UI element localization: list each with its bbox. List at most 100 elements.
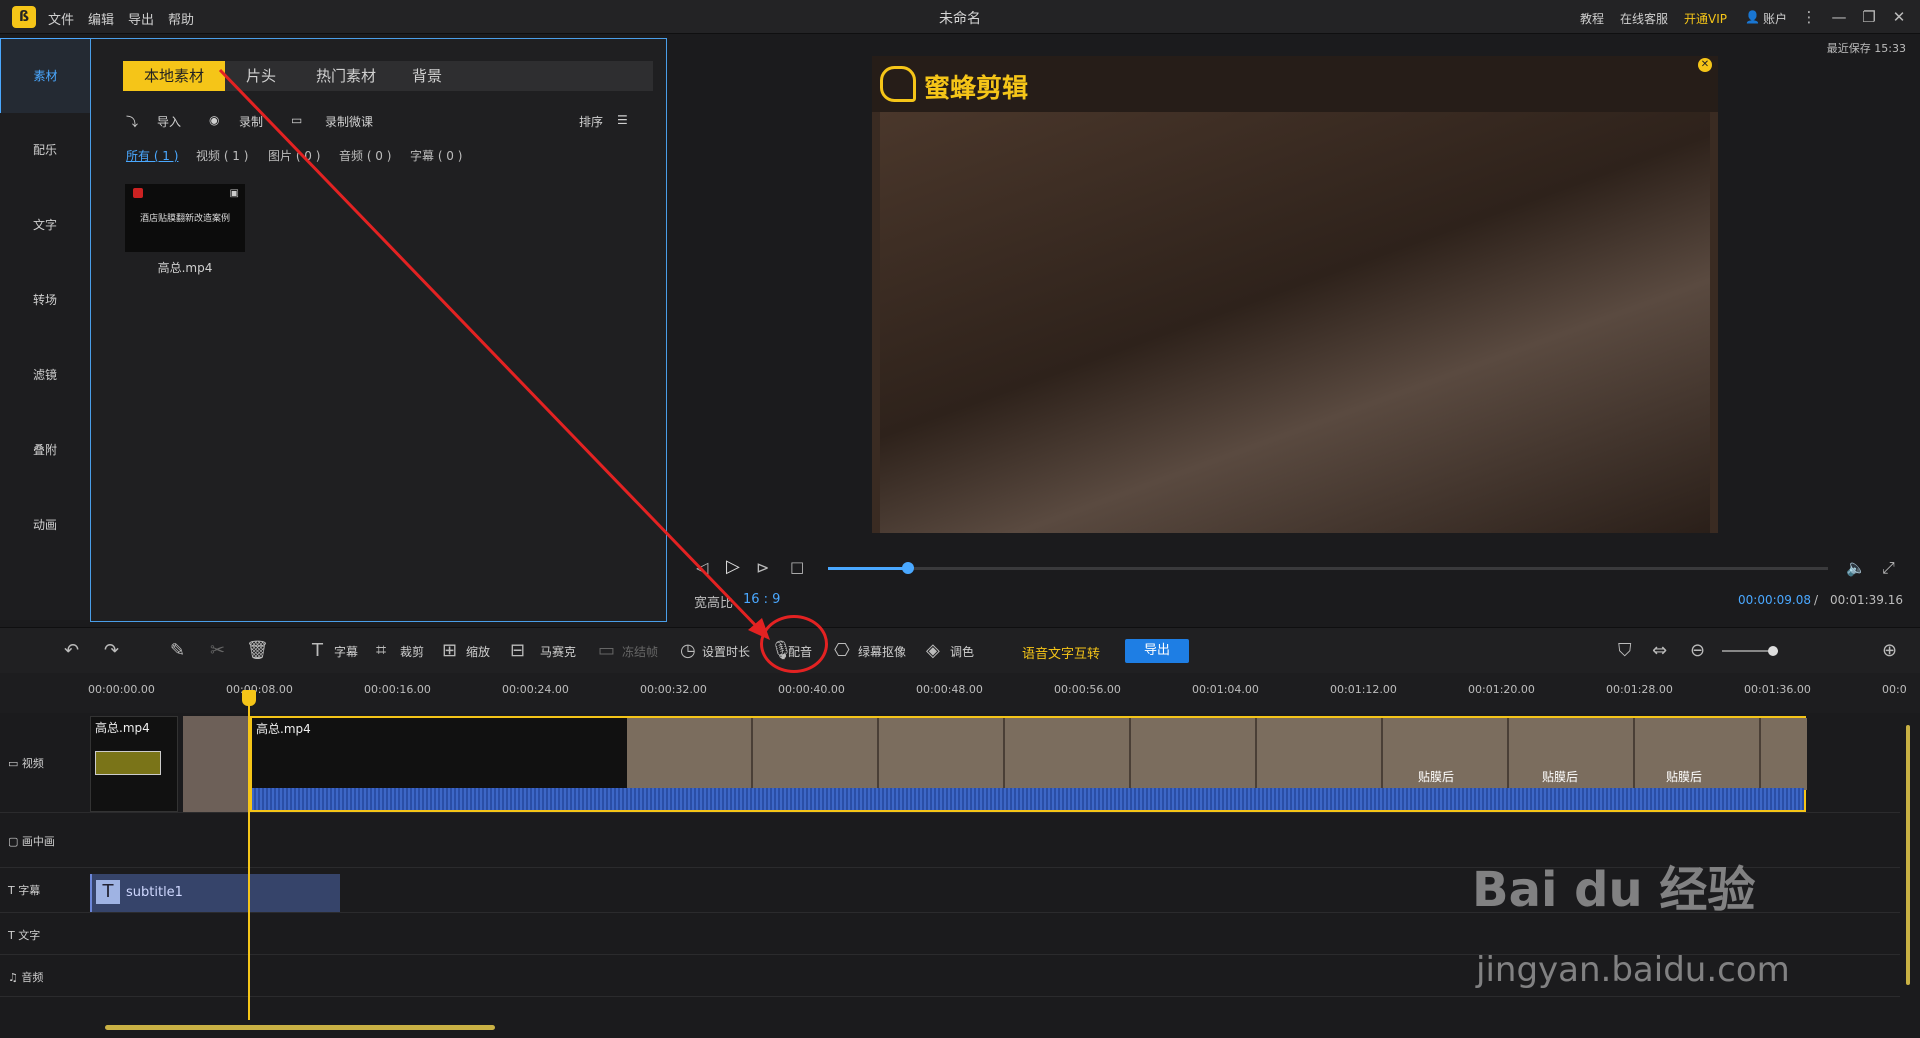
media-thumbnail[interactable]: ▣ 酒店贴膜翻新改造案例 — [125, 184, 245, 252]
preview-video[interactable]: 蜜蜂剪辑 ✕ — [872, 56, 1718, 533]
voice-text-button[interactable]: 语音文字互转 — [1022, 643, 1100, 662]
support-link[interactable]: 在线客服 — [1620, 10, 1668, 27]
video-clip[interactable]: 高总.mp4 贴膜后 贴膜后 贴膜后 — [250, 716, 1807, 812]
sidebar-item-overlay[interactable]: 叠附 — [0, 413, 90, 488]
playhead[interactable] — [248, 690, 250, 1020]
tab-hot-media[interactable]: 热门素材 — [301, 61, 391, 91]
color-icon[interactable]: ◈ — [926, 640, 940, 661]
color-tool[interactable]: 调色 — [950, 643, 974, 660]
import-button[interactable]: 导入 — [157, 113, 181, 130]
ruler-tick-label: 00:00:32.00 — [640, 683, 707, 696]
minimize-icon[interactable]: — — [1828, 6, 1850, 28]
restore-icon[interactable]: ❐ — [1858, 6, 1880, 28]
mosaic-tool[interactable]: 马赛克 — [540, 643, 576, 660]
sidebar-item-transition[interactable]: 转场 — [0, 263, 90, 338]
video-frame — [880, 112, 1710, 533]
filter-subtitle[interactable]: 字幕 ( 0 ) — [410, 147, 462, 164]
play-icon[interactable]: ▷ — [726, 556, 740, 577]
subtitle-icon[interactable]: T — [312, 640, 323, 661]
current-time: 00:00:09.08 — [1738, 593, 1811, 607]
video-clip[interactable]: 高总.mp4 — [90, 716, 178, 812]
prev-frame-icon[interactable]: ◁ — [696, 558, 708, 577]
menu-file[interactable]: 文件 — [48, 9, 74, 28]
frame-label: 贴膜后 — [1666, 770, 1703, 784]
time-separator: / — [1814, 593, 1819, 607]
undo-icon[interactable]: ↶ — [64, 640, 79, 661]
filter-all[interactable]: 所有 ( 1 ) — [126, 147, 178, 164]
aspect-ratio-value[interactable]: 16 : 9 — [743, 592, 780, 607]
menu-edit[interactable]: 编辑 — [88, 9, 114, 28]
playback-progress[interactable] — [828, 562, 1828, 574]
close-watermark-icon[interactable]: ✕ — [1698, 58, 1712, 72]
ruler-tick-label: 00:00:24.00 — [502, 683, 569, 696]
zoom-slider-knob[interactable] — [1768, 646, 1778, 656]
zoom-out-icon[interactable]: ⊖ — [1690, 640, 1705, 661]
sidebar-item-text[interactable]: 文字 — [0, 188, 90, 263]
duration-icon[interactable]: ◷ — [680, 640, 696, 661]
fit-icon[interactable]: ⇔ — [1652, 640, 1667, 661]
vip-link[interactable]: 开通VIP — [1684, 10, 1727, 27]
marker-icon[interactable]: ⛉ — [1618, 640, 1632, 661]
tab-intro[interactable]: 片头 — [231, 61, 291, 91]
account-link[interactable]: 账户 — [1763, 10, 1787, 27]
record-icon[interactable]: ◉ — [209, 113, 219, 127]
mosaic-icon[interactable]: ⊟ — [510, 640, 525, 661]
delete-icon[interactable]: 🗑 — [246, 640, 269, 661]
subtitle-clip[interactable]: T subtitle1 — [90, 874, 340, 912]
progress-knob[interactable] — [902, 562, 914, 574]
menu-help[interactable]: 帮助 — [168, 9, 194, 28]
subtitle-clip-label: subtitle1 — [126, 885, 183, 900]
video-track-label: ▭ 视频 — [8, 757, 44, 770]
list-icon[interactable]: ☰ — [617, 113, 628, 127]
account-icon[interactable]: 👤 — [1745, 10, 1760, 24]
playhead-handle[interactable] — [242, 690, 256, 706]
horizontal-scrollbar[interactable] — [105, 1025, 495, 1030]
sidebar-item-media[interactable]: 素材 — [0, 38, 90, 113]
import-icon[interactable]: ⤵ — [126, 113, 138, 130]
edit-icon[interactable]: ✎ — [170, 640, 185, 661]
more-icon[interactable]: ⋮ — [1798, 6, 1820, 28]
freeze-tool[interactable]: 冻结帧 — [622, 643, 658, 660]
record-button[interactable]: 录制 — [239, 113, 263, 130]
timeline-toolbar: ↶ ↷ ✎ ✂ 🗑 T 字幕 ⌗ 裁剪 ⊞ 缩放 ⊟ 马赛克 ▭ 冻结帧 ◷ 设… — [0, 627, 1920, 673]
green-screen-tool[interactable]: 绿幕抠像 — [858, 643, 906, 660]
sidebar-item-filter[interactable]: 滤镜 — [0, 338, 90, 413]
set-duration-tool[interactable]: 设置时长 — [702, 643, 750, 660]
crop-tool[interactable]: 裁剪 — [400, 643, 424, 660]
filter-audio[interactable]: 音频 ( 0 ) — [339, 147, 391, 164]
filter-video[interactable]: 视频 ( 1 ) — [196, 147, 248, 164]
close-icon[interactable]: ✕ — [1888, 6, 1910, 28]
next-frame-icon[interactable]: ⊳ — [756, 558, 769, 577]
export-button[interactable]: 导出 — [1125, 639, 1189, 663]
tab-background[interactable]: 背景 — [397, 61, 457, 91]
fullscreen-icon[interactable]: ⤢ — [1882, 558, 1895, 578]
tutorial-link[interactable]: 教程 — [1580, 10, 1604, 27]
zoom-icon[interactable]: ⊞ — [442, 640, 457, 661]
sidebar-item-music[interactable]: 配乐 — [0, 113, 90, 188]
sidebar-item-animation[interactable]: 动画 — [0, 488, 90, 563]
volume-icon[interactable]: 🔈 — [1846, 558, 1866, 577]
ruler-tick-label: 00:01:04.00 — [1192, 683, 1259, 696]
green-screen-icon[interactable]: ⎔ — [834, 640, 850, 661]
filter-image[interactable]: 图片 ( 0 ) — [268, 147, 320, 164]
stop-icon[interactable]: □ — [790, 558, 804, 576]
media-panel: 本地素材 片头 热门素材 背景 ⤵ 导入 ◉ 录制 ▭ 录制微课 排序 ☰ 所有… — [90, 38, 667, 622]
record-lesson-icon[interactable]: ▭ — [291, 113, 302, 127]
vertical-scrollbar[interactable] — [1906, 725, 1910, 985]
subtitle-tool[interactable]: 字幕 — [334, 643, 358, 660]
sort-button[interactable]: 排序 — [579, 113, 603, 130]
brand-logo-icon — [133, 188, 143, 198]
zoom-in-icon[interactable]: ⊕ — [1882, 640, 1897, 661]
video-clip[interactable] — [183, 716, 248, 812]
record-lesson-button[interactable]: 录制微课 — [325, 113, 373, 130]
ruler-tick-label: 00:00:08.00 — [226, 683, 293, 696]
tab-local-media[interactable]: 本地素材 — [123, 61, 225, 91]
zoom-tool[interactable]: 缩放 — [466, 643, 490, 660]
freeze-icon[interactable]: ▭ — [598, 640, 615, 661]
redo-icon[interactable]: ↷ — [104, 640, 119, 661]
crop-icon[interactable]: ⌗ — [376, 640, 386, 661]
timeline-ruler[interactable]: 00:00:00.00 00:00:08.00 00:00:16.00 00:00:2… — [0, 673, 1920, 713]
app-logo-icon: ß — [12, 6, 36, 28]
cut-icon[interactable]: ✂ — [210, 640, 225, 661]
menu-export[interactable]: 导出 — [128, 9, 154, 28]
